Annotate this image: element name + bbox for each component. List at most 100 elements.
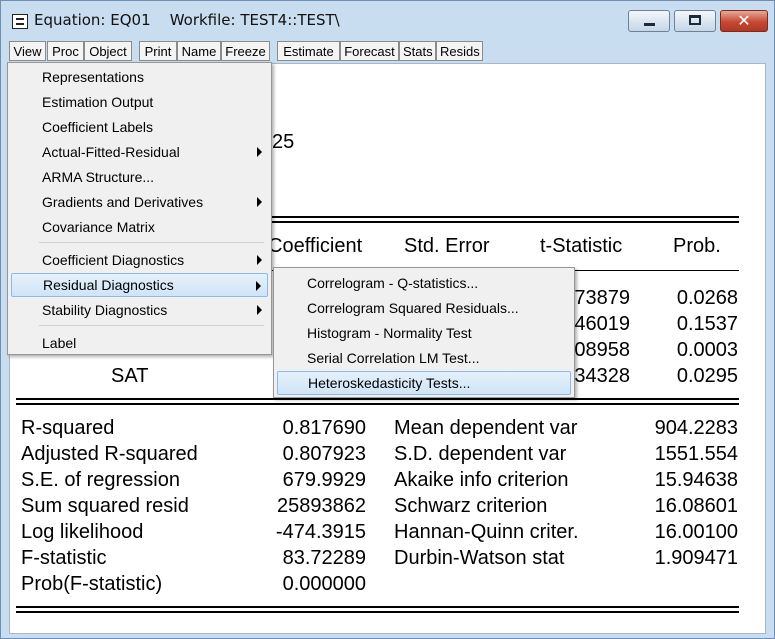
menu-item-label: Label	[42, 335, 77, 351]
prob-value: 0.0003	[676, 339, 738, 361]
stat-label: Akaike info criterion	[394, 469, 569, 491]
resids-button[interactable]: Resids	[436, 41, 483, 61]
residual-diagnostics-submenu: Correlogram - Q-statistics... Correlogra…	[273, 267, 575, 398]
system-menu-icon[interactable]	[12, 14, 28, 29]
stat-value: 25893862	[277, 495, 366, 517]
stat-value: 0.817690	[282, 417, 366, 439]
submenu-item-label: Correlogram - Q-statistics...	[307, 275, 479, 291]
menu-item-representations[interactable]: Representations	[11, 65, 268, 89]
menu-separator	[39, 242, 264, 243]
menu-item-label: Coefficient Diagnostics	[42, 252, 185, 268]
menu-item-label: Covariance Matrix	[42, 219, 155, 235]
estimate-button[interactable]: Estimate	[277, 41, 340, 61]
submenu-arrow-icon	[257, 197, 262, 207]
col-header-std-error: Std. Error	[404, 235, 490, 257]
submenu-item-correlogram-squared[interactable]: Correlogram Squared Residuals...	[277, 296, 571, 320]
print-button[interactable]: Print	[139, 41, 177, 61]
col-header-coefficient: Coefficient	[268, 235, 363, 257]
stats-top-rule-2	[16, 403, 739, 405]
view-dropdown-menu: Representations Estimation Output Coeffi…	[7, 62, 272, 355]
stat-label: Adjusted R-squared	[21, 443, 198, 465]
submenu-arrow-icon	[257, 147, 262, 157]
col-header-t-statistic: t-Statistic	[540, 235, 623, 257]
stat-value: -474.3915	[275, 521, 366, 543]
submenu-arrow-icon	[256, 281, 261, 291]
menu-item-label-item[interactable]: Label	[11, 331, 268, 355]
name-button[interactable]: Name	[177, 41, 221, 61]
submenu-arrow-icon	[257, 305, 262, 315]
stat-label: R-squared	[21, 417, 115, 439]
menu-item-coefficient-labels[interactable]: Coefficient Labels	[11, 115, 268, 139]
menu-item-coefficient-diagnostics[interactable]: Coefficient Diagnostics	[11, 248, 268, 272]
stat-value: 0.807923	[282, 443, 366, 465]
menu-item-label: Estimation Output	[42, 94, 154, 110]
stat-label: F-statistic	[21, 547, 107, 569]
stats-bottom-rule	[16, 606, 739, 608]
stat-label: S.D. dependent var	[394, 443, 567, 465]
object-button[interactable]: Object	[84, 41, 132, 61]
submenu-item-histogram-normality[interactable]: Histogram - Normality Test	[277, 321, 571, 345]
submenu-item-label: Heteroskedasticity Tests...	[308, 375, 471, 391]
submenu-item-serial-correlation[interactable]: Serial Correlation LM Test...	[277, 346, 571, 370]
submenu-item-label: Histogram - Normality Test	[307, 325, 472, 341]
close-icon: ✕	[737, 11, 751, 30]
menu-item-label: Residual Diagnostics	[43, 277, 174, 293]
col-header-prob: Prob.	[673, 235, 721, 257]
proc-button[interactable]: Proc	[47, 41, 84, 61]
stat-value: 83.72289	[282, 547, 366, 569]
menu-item-label: Gradients and Derivatives	[42, 194, 204, 210]
stat-value: 904.2283	[654, 417, 738, 439]
stat-label: Durbin-Watson stat	[394, 547, 565, 569]
submenu-arrow-icon	[257, 255, 262, 265]
maximize-button[interactable]	[674, 10, 716, 32]
stat-value: 1551.554	[654, 443, 738, 465]
header-partial-text: 25	[272, 131, 295, 153]
menu-item-estimation-output[interactable]: Estimation Output	[11, 90, 268, 114]
stats-bottom-rule-2	[16, 611, 739, 613]
menu-item-label: Representations	[42, 69, 144, 85]
stat-label: Mean dependent var	[394, 417, 578, 439]
stat-value: 16.00100	[654, 521, 738, 543]
stat-label: Prob(F-statistic)	[21, 573, 163, 595]
window-title: Equation: EQ01 Workfile: TEST4::TEST\	[34, 11, 340, 29]
prob-value: 0.0268	[676, 287, 738, 309]
stat-label: Hannan-Quinn criter.	[394, 521, 579, 543]
menu-item-label: Stability Diagnostics	[42, 302, 168, 318]
stat-label: S.E. of regression	[21, 469, 180, 491]
menu-item-label: Actual-Fitted-Residual	[42, 144, 180, 160]
prob-value: 0.0295	[676, 365, 738, 387]
menu-item-gradients-derivatives[interactable]: Gradients and Derivatives	[11, 190, 268, 214]
minimize-icon	[644, 23, 655, 26]
forecast-button[interactable]: Forecast	[340, 41, 399, 61]
close-button[interactable]: ✕	[720, 10, 768, 32]
stats-button[interactable]: Stats	[399, 41, 436, 61]
menu-separator	[39, 325, 264, 326]
submenu-item-label: Correlogram Squared Residuals...	[307, 300, 519, 316]
menu-item-residual-diagnostics[interactable]: Residual Diagnostics	[11, 273, 268, 297]
menu-item-covariance-matrix[interactable]: Covariance Matrix	[11, 215, 268, 239]
title-bar[interactable]: Equation: EQ01 Workfile: TEST4::TEST\ ✕	[1, 1, 774, 41]
prob-value: 0.1537	[676, 313, 738, 335]
maximize-icon	[689, 15, 701, 25]
minimize-button[interactable]	[628, 10, 670, 32]
submenu-item-heteroskedasticity[interactable]: Heteroskedasticity Tests...	[277, 371, 571, 395]
menu-item-actual-fitted-residual[interactable]: Actual-Fitted-Residual	[11, 140, 268, 164]
stat-label: Schwarz criterion	[394, 495, 548, 517]
stat-value: 0.000000	[282, 573, 366, 595]
menu-item-arma-structure[interactable]: ARMA Structure...	[11, 165, 268, 189]
stat-value: 15.94638	[654, 469, 738, 491]
submenu-item-correlogram-q[interactable]: Correlogram - Q-statistics...	[277, 271, 571, 295]
stat-value: 16.08601	[654, 495, 738, 517]
stat-label: Log likelihood	[21, 521, 144, 543]
variable-name: SAT	[111, 365, 149, 387]
menu-item-label: Coefficient Labels	[42, 119, 154, 135]
submenu-item-label: Serial Correlation LM Test...	[307, 350, 480, 366]
view-button[interactable]: View	[9, 41, 46, 61]
menu-item-stability-diagnostics[interactable]: Stability Diagnostics	[11, 298, 268, 322]
freeze-button[interactable]: Freeze	[221, 41, 270, 61]
stat-value: 679.9929	[282, 469, 366, 491]
stat-label: Sum squared resid	[21, 495, 189, 517]
stats-top-rule	[16, 398, 739, 400]
stat-value: 1.909471	[654, 547, 738, 569]
menu-item-label: ARMA Structure...	[42, 169, 155, 185]
